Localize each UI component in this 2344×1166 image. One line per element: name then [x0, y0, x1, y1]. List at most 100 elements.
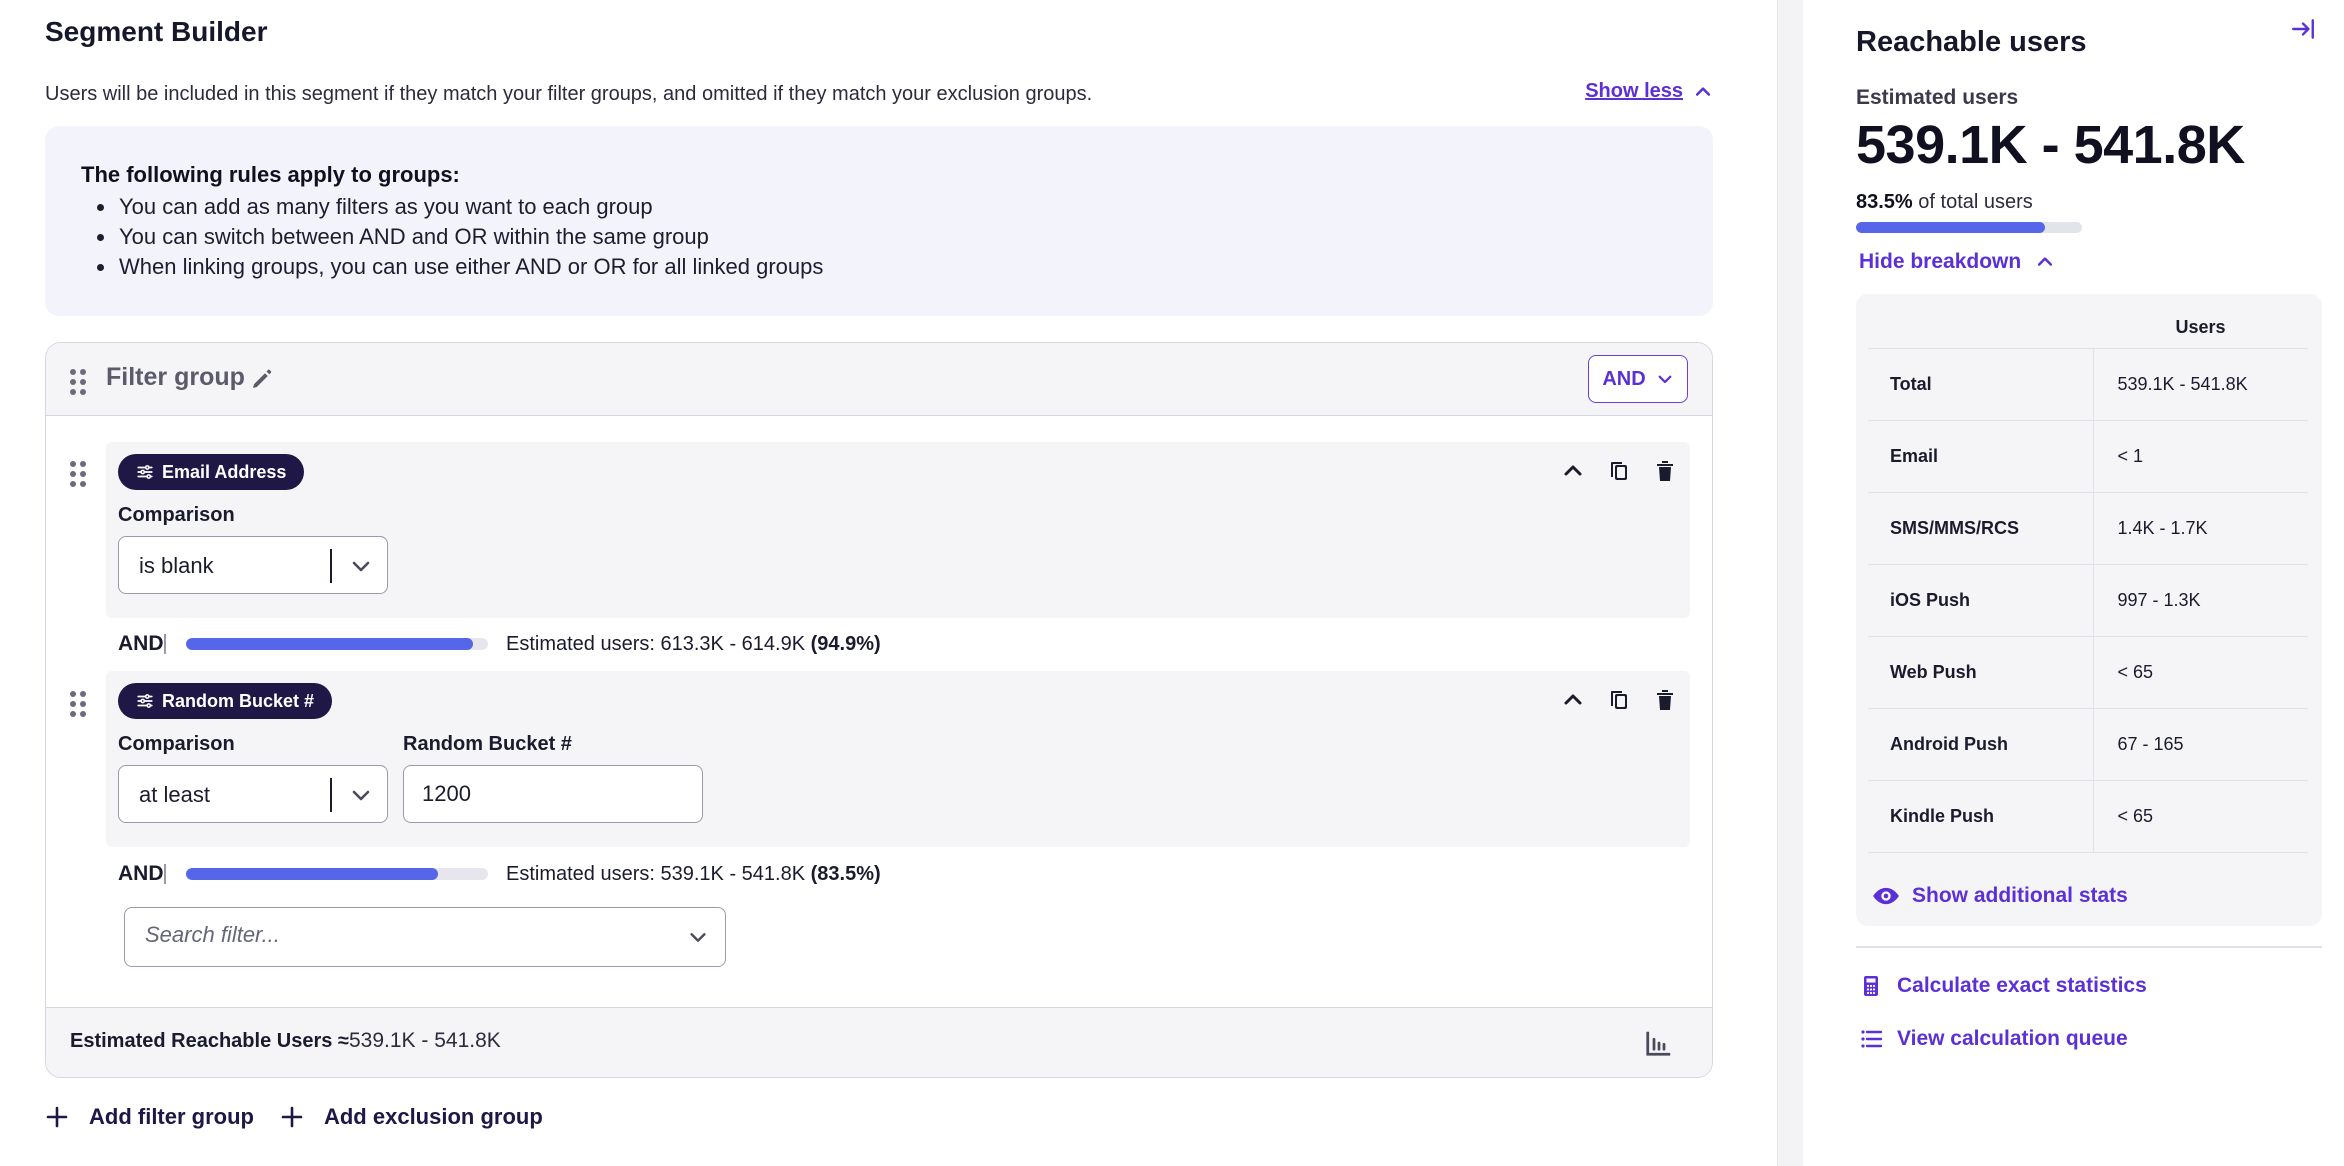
list-icon — [1861, 1030, 1883, 1048]
drag-handle-icon[interactable] — [70, 461, 86, 487]
estimate-progress-fill — [186, 868, 439, 880]
chevron-up-icon — [2038, 257, 2053, 266]
rule-item: When linking groups, you can use either … — [97, 252, 1677, 282]
table-row: Android Push 67 - 165 — [1868, 707, 2308, 780]
plus-icon — [281, 1106, 303, 1128]
drag-handle-icon[interactable] — [70, 691, 86, 717]
filter-block-email: Email Address Comparison is blank — [106, 442, 1690, 618]
table-row: Web Push < 65 — [1868, 635, 2308, 708]
comparison-select[interactable]: at least — [118, 765, 388, 823]
table-row: iOS Push 997 - 1.3K — [1868, 563, 2308, 636]
estimate-range: Estimated users: 539.1K - 541.8K — [506, 862, 806, 885]
rules-panel: The following rules apply to groups: You… — [45, 126, 1713, 316]
channel-name: Kindle Push — [1868, 779, 2094, 853]
calculate-exact-statistics-label: Calculate exact statistics — [1897, 974, 2147, 997]
bucket-value-input[interactable] — [403, 765, 703, 823]
delete-button[interactable] — [1652, 458, 1678, 484]
copy-icon — [1611, 691, 1627, 709]
rule-item: You can switch between AND and OR within… — [97, 222, 1677, 252]
add-filter-group-button[interactable]: Add filter group — [45, 1104, 254, 1130]
panel-title: Reachable users — [1856, 26, 2087, 58]
collapse-panel-icon[interactable] — [2290, 16, 2316, 42]
filter-pill[interactable]: Email Address — [118, 454, 305, 490]
eye-icon — [1873, 887, 1899, 905]
filter-block-random-bucket: Random Bucket # Comparison at least Rand… — [106, 671, 1690, 847]
add-exclusion-group-button[interactable]: Add exclusion group — [280, 1104, 543, 1130]
chevron-down-icon — [690, 933, 706, 942]
filter-pill-label: Random Bucket # — [162, 690, 315, 711]
breakdown-header-empty — [1868, 308, 2093, 348]
and-estimate-row: AND Estimated users: 613.3K - 614.9K (94… — [118, 629, 881, 659]
chevron-down-icon — [352, 790, 370, 801]
estimated-users-value: 539.1K - 541.8K — [1856, 115, 2245, 175]
breakdown-header-row: Users — [1868, 308, 2308, 348]
estimate-text: Estimated users: 613.3K - 614.9K (94.9%) — [506, 633, 881, 656]
estimate-progress — [186, 868, 488, 880]
hide-breakdown-toggle[interactable]: Hide breakdown — [1859, 250, 2055, 274]
chevron-down-icon — [352, 561, 370, 572]
add-filter-group-label: Add filter group — [89, 1104, 254, 1129]
filter-group-header: Filter group AND — [46, 343, 1712, 416]
select-separator — [330, 549, 332, 583]
channel-users: 67 - 165 — [2093, 707, 2308, 780]
and-estimate-row: AND Estimated users: 539.1K - 541.8K (83… — [118, 859, 881, 889]
bar-chart-icon[interactable] — [1644, 1028, 1674, 1058]
estimate-progress — [186, 638, 488, 650]
breakdown-table: Users Total 539.1K - 541.8K Email < 1 SMS/… — [1868, 308, 2308, 853]
delete-button[interactable] — [1652, 687, 1678, 713]
duplicate-button[interactable] — [1606, 687, 1632, 713]
duplicate-button[interactable] — [1606, 458, 1632, 484]
panel-divider — [1777, 0, 1803, 1166]
chevron-up-icon — [1564, 465, 1582, 476]
estimate-percent: (94.9%) — [810, 632, 881, 655]
breakdown-card: Users Total 539.1K - 541.8K Email < 1 SMS/… — [1856, 294, 2322, 926]
channel-users: 539.1K - 541.8K — [2093, 347, 2308, 420]
filter-pill[interactable]: Random Bucket # — [118, 683, 333, 719]
show-additional-stats-button[interactable]: Show additional stats — [1872, 882, 2128, 910]
calculate-exact-statistics-button[interactable]: Calculate exact statistics — [1859, 974, 2147, 998]
filter-group-footer: Estimated Reachable Users ≈ 539.1K - 541… — [46, 1007, 1712, 1077]
show-less-link[interactable]: Show less — [1585, 80, 1713, 103]
calculator-icon — [1864, 976, 1878, 996]
reachable-users-label: Estimated Reachable Users ≈ — [70, 1030, 349, 1052]
trash-icon — [1657, 461, 1673, 481]
comparison-value: is blank — [139, 553, 214, 578]
channel-name: iOS Push — [1868, 563, 2094, 636]
view-calculation-queue-label: View calculation queue — [1897, 1027, 2128, 1050]
channel-name: Web Push — [1868, 635, 2094, 708]
trash-icon — [1657, 690, 1673, 710]
estimate-range: Estimated users: 613.3K - 614.9K — [506, 632, 806, 655]
channel-users: < 1 — [2093, 419, 2308, 492]
view-calculation-queue-button[interactable]: View calculation queue — [1859, 1027, 2128, 1051]
collapse-button[interactable] — [1560, 687, 1586, 713]
copy-icon — [1611, 462, 1627, 480]
channel-name: SMS/MMS/RCS — [1868, 491, 2094, 564]
table-row: Total 539.1K - 541.8K — [1868, 347, 2308, 420]
channel-name: Android Push — [1868, 707, 2094, 780]
sliders-icon — [137, 465, 153, 479]
channel-users: < 65 — [2093, 779, 2308, 853]
estimate-percent: (83.5%) — [810, 862, 881, 885]
channel-users: < 65 — [2093, 635, 2308, 708]
and-separator — [164, 864, 166, 884]
estimate-text: Estimated users: 539.1K - 541.8K (83.5%) — [506, 863, 881, 886]
panel-separator — [1856, 946, 2322, 948]
filter-group-title: Filter group — [106, 363, 245, 391]
drag-handle-icon[interactable] — [70, 369, 86, 395]
pencil-icon[interactable] — [250, 367, 274, 391]
search-filter-input[interactable] — [145, 922, 645, 948]
and-separator — [164, 634, 166, 654]
search-filter-select[interactable] — [124, 907, 726, 967]
bucket-value-label: Random Bucket # — [403, 733, 572, 755]
group-operator-select[interactable]: AND — [1588, 355, 1688, 403]
page-title: Segment Builder — [45, 16, 268, 47]
channel-users: 997 - 1.3K — [2093, 563, 2308, 636]
add-exclusion-group-label: Add exclusion group — [323, 1104, 543, 1129]
collapse-button[interactable] — [1560, 458, 1586, 484]
total-progress — [1856, 222, 2082, 233]
chevron-up-icon — [1564, 694, 1582, 705]
chevron-up-icon — [1695, 86, 1711, 96]
comparison-select[interactable]: is blank — [118, 536, 388, 594]
total-progress-fill — [1856, 222, 2045, 233]
estimate-progress-fill — [186, 638, 473, 650]
